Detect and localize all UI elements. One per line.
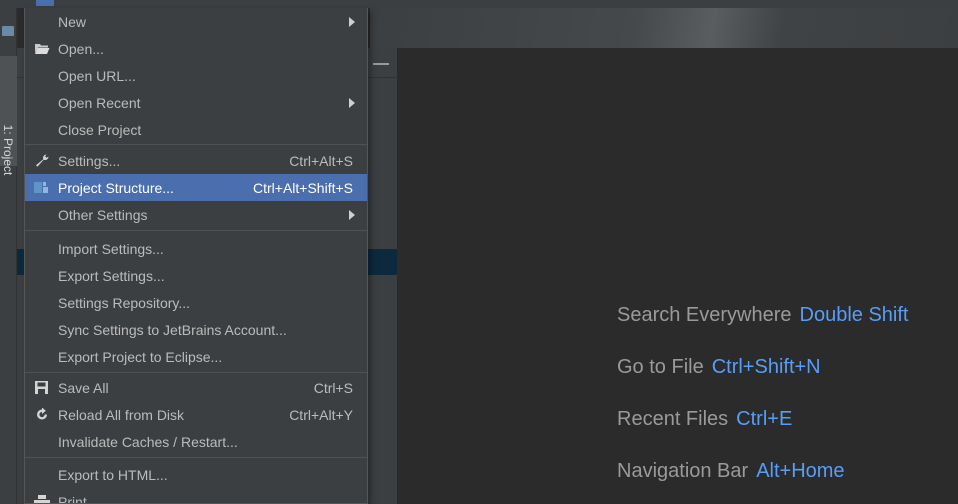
submenu-arrow-icon: [349, 98, 355, 108]
save-icon: [35, 381, 48, 394]
file-menu: New Open... Open URL... Open Recent Clos…: [24, 8, 368, 504]
hint-action: Navigation Bar: [617, 460, 749, 482]
hint-recent-files: Recent Files Ctrl+E: [617, 408, 792, 431]
hint-key: Ctrl+E: [736, 408, 793, 430]
menu-item-new[interactable]: New: [25, 8, 367, 35]
hint-key: Alt+Home: [756, 460, 845, 482]
menu-item-shortcut: Ctrl+S: [313, 379, 353, 396]
menu-item-shortcut: Ctrl+Alt+Shift+S: [253, 179, 353, 196]
project-tool-tab[interactable]: 1: Project: [0, 56, 17, 175]
print-icon: [34, 495, 50, 503]
menu-item-label: Export Project to Eclipse...: [58, 348, 223, 365]
menu-separator: [25, 372, 367, 373]
menu-item-shortcut: Ctrl+Alt+Y: [289, 406, 353, 423]
menu-item-label: Open...: [58, 40, 104, 57]
left-tool-strip: 1: Project: [0, 8, 17, 504]
menu-separator: [25, 144, 367, 145]
minimize-icon[interactable]: [373, 63, 389, 65]
menu-item-label: Invalidate Caches / Restart...: [58, 433, 238, 450]
menu-item-other-settings[interactable]: Other Settings: [25, 201, 367, 228]
submenu-arrow-icon: [349, 17, 355, 27]
menu-item-label: Sync Settings to JetBrains Account...: [58, 321, 287, 338]
project-tool-tab-label: 1: Project: [1, 124, 15, 176]
menu-item-shortcut: Ctrl+Alt+S: [289, 152, 353, 169]
hint-action: Recent Files: [617, 408, 729, 430]
menu-item-label: Close Project: [58, 121, 142, 138]
menu-separator: [25, 230, 367, 231]
menu-item-settings[interactable]: Settings... Ctrl+Alt+S: [25, 147, 367, 174]
reload-icon: [37, 408, 47, 420]
menu-separator: [25, 457, 367, 458]
menu-item-export-settings[interactable]: Export Settings...: [25, 262, 367, 289]
menu-item-label: Other Settings: [58, 206, 148, 223]
menu-item-label: Export Settings...: [58, 267, 165, 284]
menu-item-label: Save All: [58, 379, 109, 396]
hint-navigation-bar: Navigation Bar Alt+Home: [617, 460, 845, 483]
project-structure-icon: [34, 182, 48, 193]
hint-search-everywhere: Search Everywhere Double Shift: [617, 304, 909, 327]
menu-item-open-recent[interactable]: Open Recent: [25, 89, 367, 116]
project-icon[interactable]: [2, 26, 14, 36]
menu-item-sync-settings[interactable]: Sync Settings to JetBrains Account...: [25, 316, 367, 343]
menu-item-label: Reload All from Disk: [58, 406, 185, 423]
hint-go-to-file: Go to File Ctrl+Shift+N: [617, 356, 821, 379]
menu-item-label: Settings...: [58, 152, 121, 169]
menu-item-open-url[interactable]: Open URL...: [25, 62, 367, 89]
wrench-icon: [36, 154, 49, 167]
menu-item-label: Print...: [58, 493, 99, 504]
title-bar: [0, 0, 958, 8]
menu-item-project-structure[interactable]: Project Structure... Ctrl+Alt+Shift+S: [25, 174, 367, 201]
menu-item-label: Open URL...: [58, 67, 136, 84]
menu-item-label: Import Settings...: [58, 240, 164, 257]
hint-action: Go to File: [617, 356, 704, 378]
menu-item-export-html[interactable]: Export to HTML...: [25, 461, 367, 488]
menu-item-export-project-eclipse[interactable]: Export Project to Eclipse...: [25, 343, 367, 370]
navigation-bar: [370, 8, 958, 48]
menu-item-print[interactable]: Print...: [25, 488, 367, 504]
hint-key: Ctrl+Shift+N: [711, 356, 821, 378]
menu-item-open[interactable]: Open...: [25, 35, 367, 62]
submenu-arrow-icon: [349, 210, 355, 220]
menu-item-close-project[interactable]: Close Project: [25, 116, 367, 143]
folder-open-icon: [35, 44, 50, 54]
menu-item-reload-from-disk[interactable]: Reload All from Disk Ctrl+Alt+Y: [25, 401, 367, 428]
file-menu-active-indicator: [36, 0, 54, 6]
menu-item-label: Export to HTML...: [58, 466, 168, 483]
menu-item-import-settings[interactable]: Import Settings...: [25, 235, 367, 262]
editor-empty-area: [397, 48, 958, 504]
menu-item-label: New: [58, 13, 87, 30]
menu-item-label: Project Structure...: [58, 179, 174, 196]
menu-item-invalidate-caches[interactable]: Invalidate Caches / Restart...: [25, 428, 367, 455]
menu-item-settings-repository[interactable]: Settings Repository...: [25, 289, 367, 316]
menu-item-label: Open Recent: [58, 94, 141, 111]
menu-item-save-all[interactable]: Save All Ctrl+S: [25, 374, 367, 401]
hint-key: Double Shift: [799, 304, 909, 326]
hint-action: Search Everywhere: [617, 304, 792, 326]
menu-item-label: Settings Repository...: [58, 294, 191, 311]
